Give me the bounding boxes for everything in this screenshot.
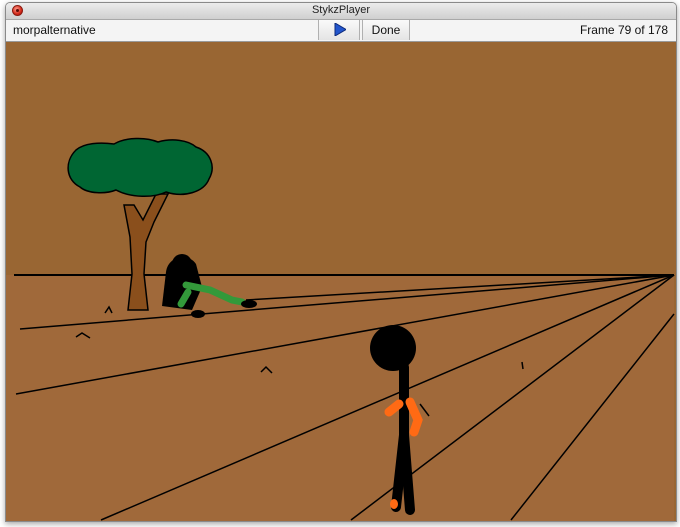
figure-head bbox=[370, 325, 416, 371]
tree-canopy bbox=[67, 137, 213, 197]
player-toolbar: morpalternative Done Frame 79 of 178 bbox=[6, 20, 676, 42]
frame-counter: Frame 79 of 178 bbox=[579, 23, 668, 37]
done-button[interactable]: Done bbox=[362, 20, 410, 40]
window-title: StykzPlayer bbox=[311, 4, 371, 16]
stage-scene bbox=[6, 137, 675, 521]
stykz-player-window: StykzPlayer morpalternative Done Frame 7… bbox=[5, 2, 677, 522]
title-bar[interactable]: StykzPlayer bbox=[6, 3, 676, 20]
animation-name-label: morpalternative bbox=[13, 23, 96, 37]
play-triangle-icon bbox=[334, 23, 346, 36]
play-button[interactable] bbox=[318, 20, 360, 40]
animation-stage bbox=[6, 42, 676, 521]
